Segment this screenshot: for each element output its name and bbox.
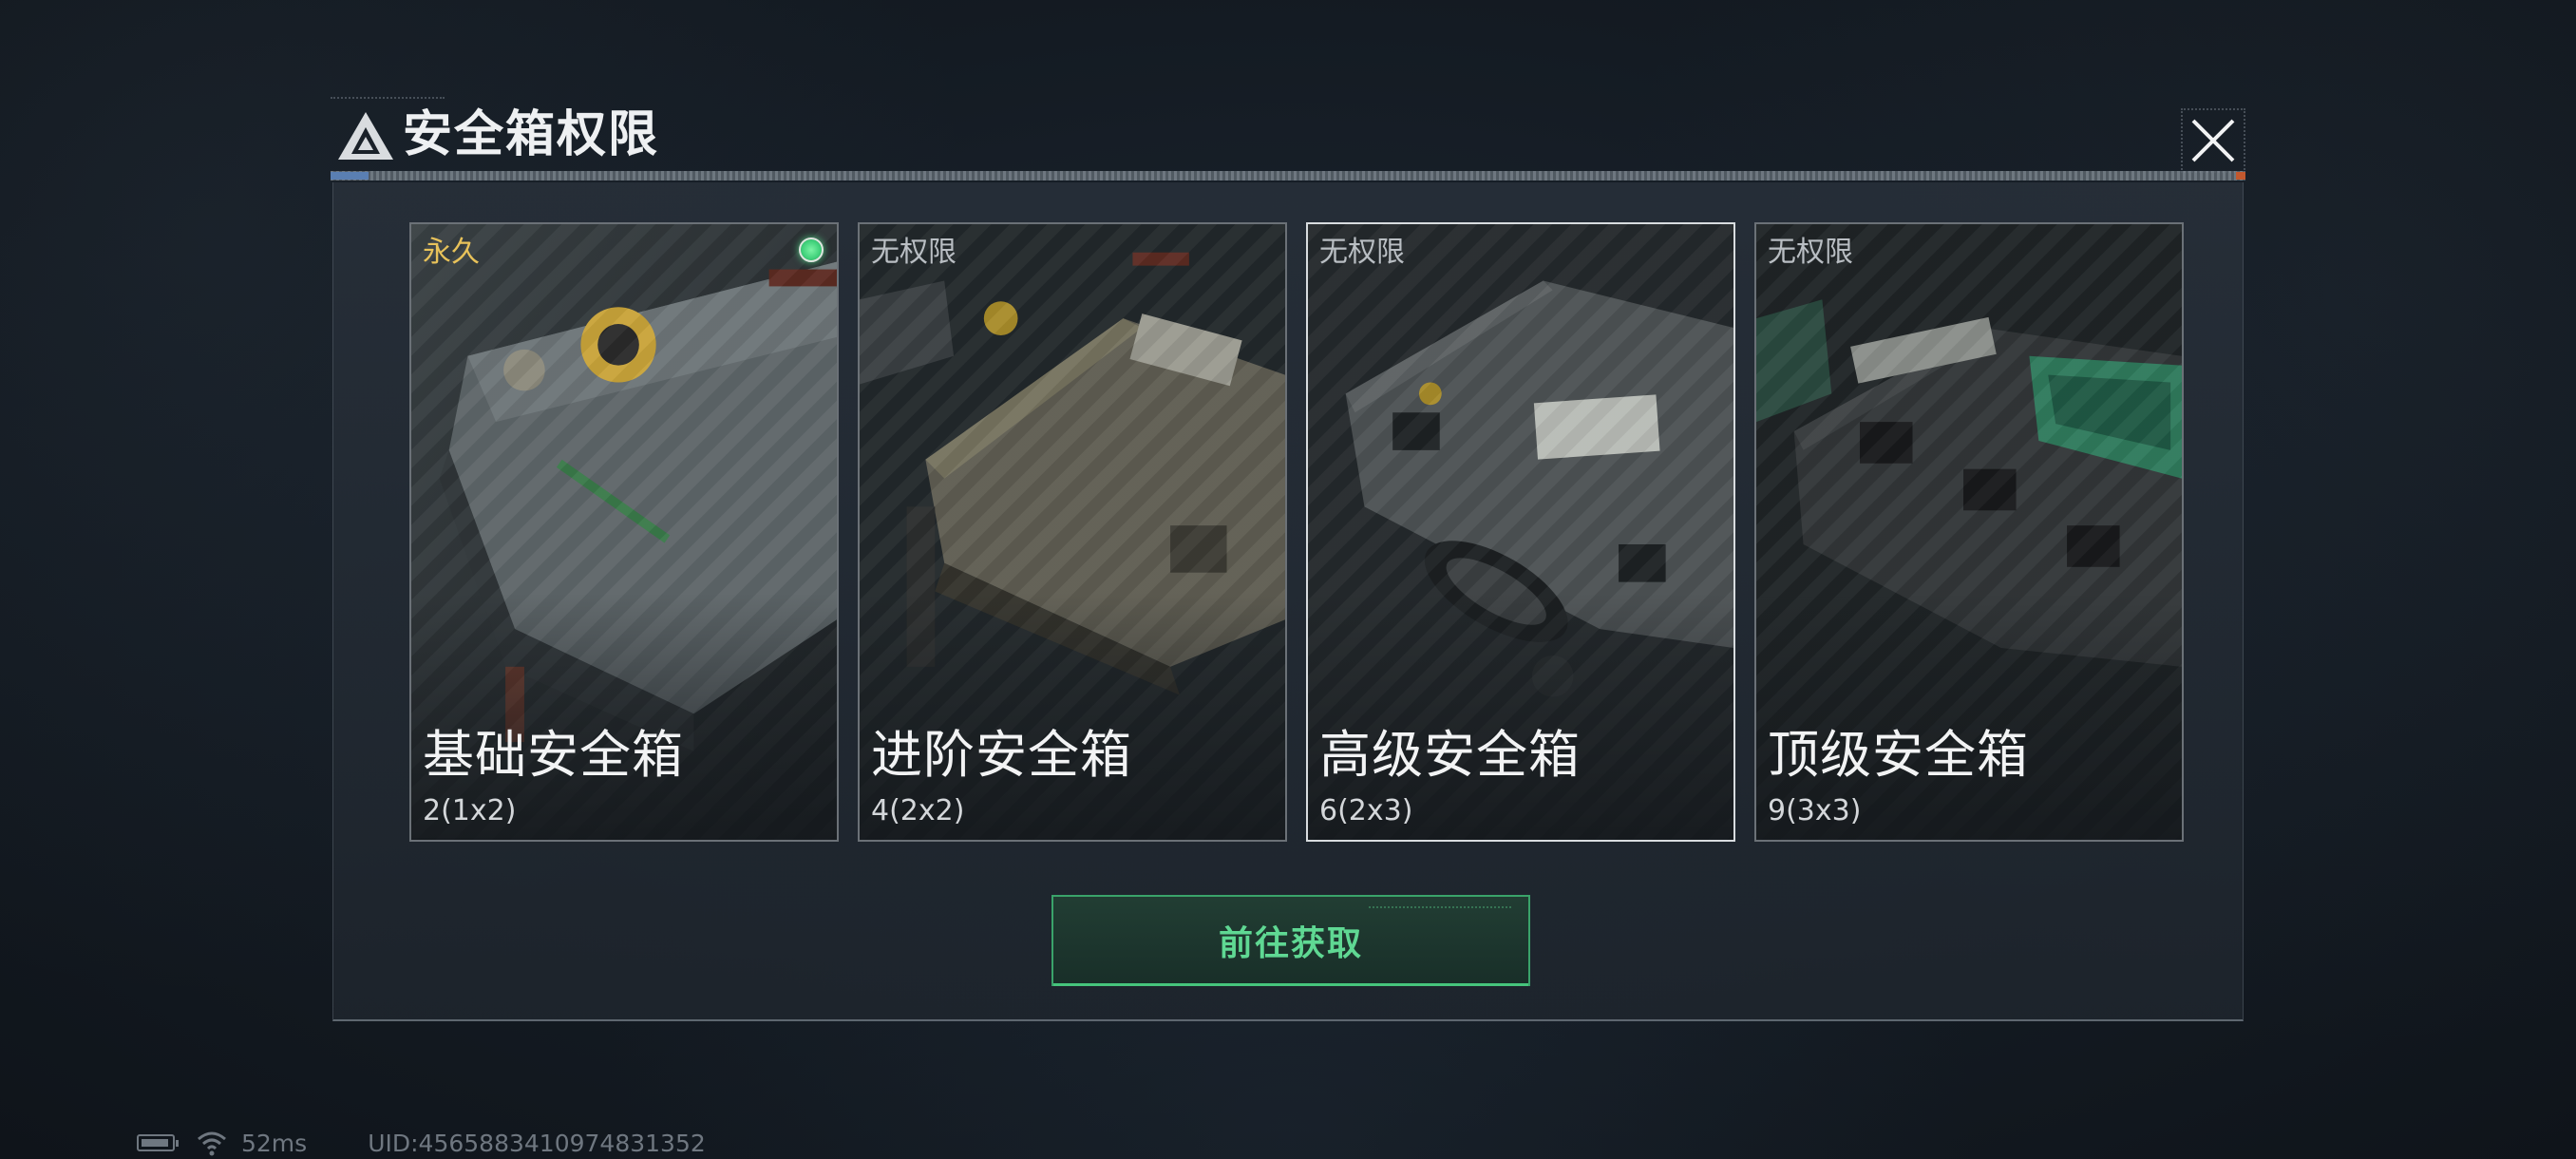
card-status-label: 无权限 <box>1319 236 1405 269</box>
card-title: 基础安全箱 <box>423 725 684 785</box>
card-capacity: 6(2x3) <box>1319 794 1413 827</box>
go-acquire-button[interactable]: 前往获取 <box>1051 895 1530 986</box>
close-icon <box>2191 119 2235 162</box>
card-capacity: 4(2x2) <box>871 794 965 827</box>
card-status-label: 无权限 <box>871 236 957 269</box>
safe-box-card-basic[interactable]: 永久 基础安全箱 2(1x2) <box>409 222 839 842</box>
header-divider <box>331 171 2245 180</box>
card-capacity: 9(3x3) <box>1768 794 1862 827</box>
ping-label: 52ms <box>241 1129 308 1157</box>
card-title: 高级安全箱 <box>1319 725 1581 785</box>
card-status-label: 永久 <box>423 236 480 269</box>
battery-icon <box>137 1134 179 1151</box>
active-indicator-icon <box>799 238 824 262</box>
card-title: 顶级安全箱 <box>1768 725 2029 785</box>
header-divider-accent-right <box>2236 172 2245 180</box>
safe-box-card-advanced[interactable]: 无权限 进阶安全箱 4(2x2) <box>858 222 1287 842</box>
card-capacity: 2(1x2) <box>423 794 517 827</box>
safe-box-card-premium[interactable]: 无权限 高级安全箱 6(2x3) <box>1306 222 1735 842</box>
card-status-label: 无权限 <box>1768 236 1853 269</box>
header-divider-accent-left <box>331 172 369 180</box>
button-decoration <box>1369 906 1511 914</box>
status-bar: 52ms UID:4565883410974831352 <box>137 1129 706 1157</box>
dialog-body: 永久 基础安全箱 2(1x2) 无权限 进阶安全箱 4(2x2) 无权限 高级安… <box>332 182 2244 1021</box>
safe-box-card-list: 永久 基础安全箱 2(1x2) 无权限 进阶安全箱 4(2x2) 无权限 高级安… <box>409 222 2186 842</box>
dialog-header: 安全箱权限 <box>331 95 2245 180</box>
go-acquire-label: 前往获取 <box>1218 924 1363 963</box>
card-title: 进阶安全箱 <box>871 725 1132 785</box>
uid-label: UID:4565883410974831352 <box>368 1129 706 1157</box>
safe-box-permission-dialog: 安全箱权限 永久 基础安全箱 2(1x2) 无权限 进阶安全箱 4(2x2) 无… <box>331 95 2245 1021</box>
header-decoration <box>331 97 445 104</box>
close-button[interactable] <box>2181 108 2245 173</box>
logo-icon <box>338 112 393 160</box>
wifi-icon <box>198 1131 226 1156</box>
dialog-title: 安全箱权限 <box>403 106 660 163</box>
safe-box-card-elite[interactable]: 无权限 顶级安全箱 9(3x3) <box>1754 222 2184 842</box>
